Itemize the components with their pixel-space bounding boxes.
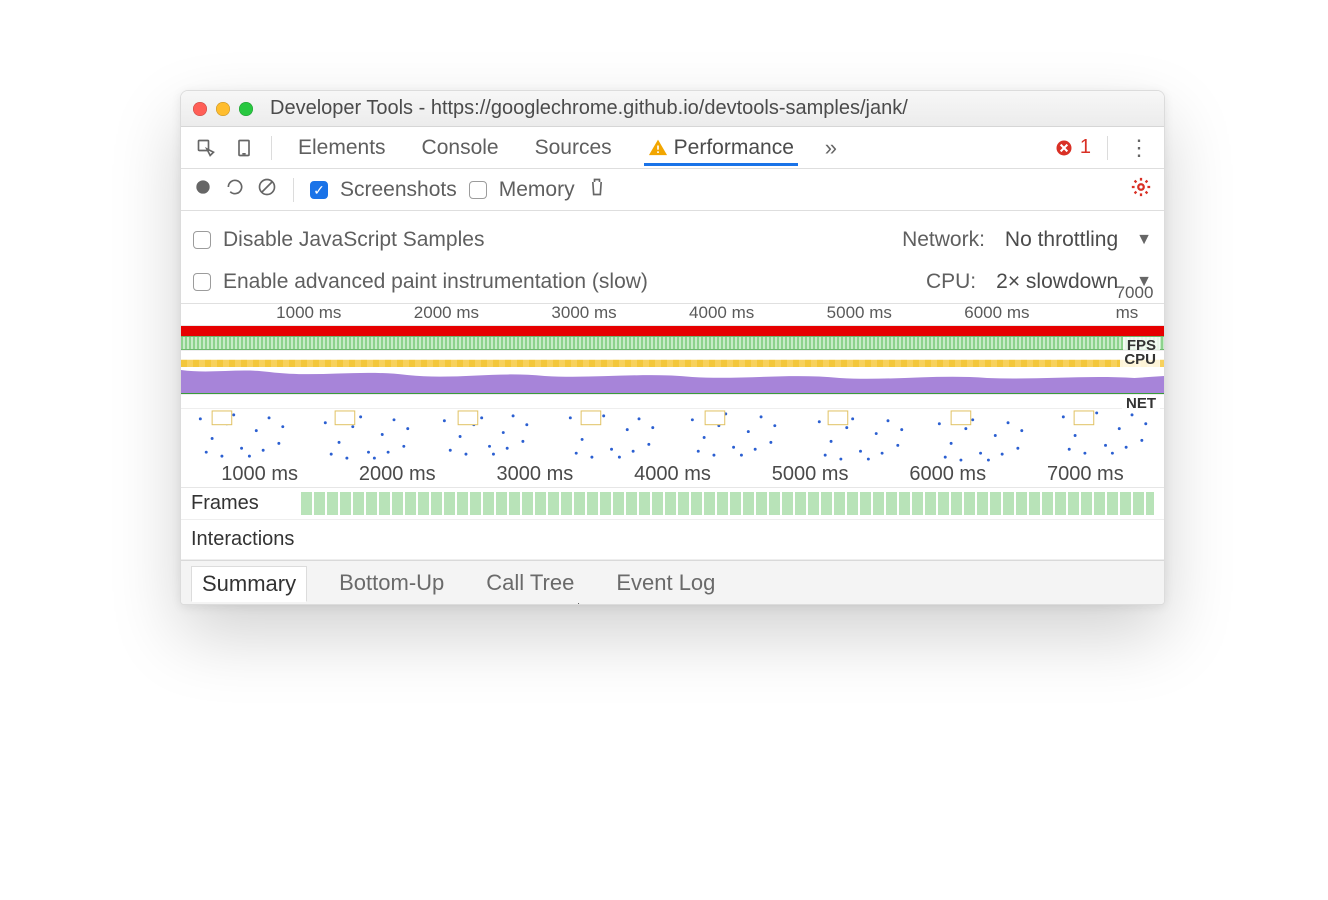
interactions-track[interactable]: Interactions: [181, 520, 1164, 560]
disable-js-samples-checkbox[interactable]: [193, 231, 211, 249]
devtools-window: Developer Tools - https://googlechrome.g…: [180, 90, 1165, 605]
settings-button[interactable]: [1130, 176, 1152, 204]
tick: 1000 ms: [221, 463, 298, 486]
analysis-tabs: Summary Bottom-Up Call Tree Event Log: [181, 560, 1164, 604]
net-lane: NET: [181, 394, 1164, 408]
frames-track[interactable]: Frames: [181, 488, 1164, 520]
tick: 2000 ms: [414, 303, 479, 323]
window-controls: [193, 102, 253, 116]
disable-js-samples-label: Disable JavaScript Samples: [223, 228, 484, 252]
screenshots-label: Screenshots: [340, 178, 457, 202]
tab-performance[interactable]: Performance: [644, 130, 798, 166]
tab-sources[interactable]: Sources: [531, 130, 616, 166]
screenshot-thumb[interactable]: [674, 409, 795, 462]
screenshot-thumb[interactable]: [427, 409, 548, 462]
record-button[interactable]: [193, 177, 213, 203]
perf-toolbar: Screenshots Memory: [181, 169, 1164, 211]
timeline-overview[interactable]: 1000 ms 2000 ms 3000 ms 4000 ms 5000 ms …: [181, 303, 1164, 560]
chevron-down-icon: ▼: [1136, 231, 1152, 249]
inspect-icon[interactable]: [191, 133, 221, 163]
separator: [271, 136, 272, 160]
gear-icon: [1130, 176, 1152, 198]
more-tabs-icon[interactable]: »: [816, 133, 846, 163]
close-window-button[interactable]: [193, 102, 207, 116]
screenshots-checkbox[interactable]: [310, 181, 328, 199]
device-toolbar-icon[interactable]: [229, 133, 259, 163]
tab-event-log[interactable]: Event Log: [606, 566, 725, 600]
tick: 4000 ms: [689, 303, 754, 323]
clear-button[interactable]: [257, 177, 277, 203]
tab-summary[interactable]: Summary: [191, 566, 307, 602]
tick: 5000 ms: [827, 303, 892, 323]
paint-instrumentation-label: Enable advanced paint instrumentation (s…: [223, 270, 648, 294]
tab-label: Performance: [674, 136, 794, 160]
screenshot-thumb[interactable]: [920, 409, 1041, 462]
network-throttle-select[interactable]: No throttling ▼: [997, 228, 1152, 252]
track-label: Frames: [181, 492, 301, 515]
separator: [293, 178, 294, 202]
screenshot-thumb[interactable]: [181, 409, 302, 462]
track-label: Interactions: [181, 528, 301, 551]
tab-console[interactable]: Console: [418, 130, 503, 166]
error-count-badge[interactable]: 1: [1054, 136, 1091, 159]
flame-ruler[interactable]: 1000 ms 2000 ms 3000 ms 4000 ms 5000 ms …: [181, 462, 1164, 488]
tick: 7000 ms: [1116, 283, 1154, 323]
screenshot-thumb[interactable]: [304, 409, 425, 462]
screenshot-filmstrip[interactable]: [181, 408, 1164, 462]
tick: 5000 ms: [772, 463, 849, 486]
screenshot-thumb[interactable]: [1043, 409, 1164, 462]
paint-instrumentation-checkbox[interactable]: [193, 273, 211, 291]
tab-bottom-up[interactable]: Bottom-Up: [329, 566, 454, 600]
tick: 1000 ms: [276, 303, 341, 323]
tick: 3000 ms: [497, 463, 574, 486]
cpu-lane: CPU: [181, 350, 1164, 394]
tab-elements[interactable]: Elements: [294, 130, 390, 166]
zoom-window-button[interactable]: [239, 102, 253, 116]
network-label: Network:: [902, 228, 985, 252]
tick: 7000 ms: [1047, 463, 1124, 486]
kebab-menu-icon[interactable]: ⋮: [1124, 133, 1154, 163]
memory-label: Memory: [499, 178, 575, 202]
error-icon: [1054, 138, 1074, 158]
cpu-label: CPU:: [926, 270, 976, 294]
minimize-window-button[interactable]: [216, 102, 230, 116]
fps-lane: FPS: [181, 336, 1164, 350]
error-count: 1: [1080, 136, 1091, 159]
titlebar: Developer Tools - https://googlechrome.g…: [181, 91, 1164, 127]
screenshot-thumb[interactable]: [797, 409, 918, 462]
overview-ruler[interactable]: 1000 ms 2000 ms 3000 ms 4000 ms 5000 ms …: [181, 304, 1164, 326]
tab-call-tree[interactable]: Call Tree: [476, 566, 584, 600]
separator: [1107, 136, 1108, 160]
tick: 2000 ms: [359, 463, 436, 486]
tick: 6000 ms: [909, 463, 986, 486]
screenshot-thumb[interactable]: [550, 409, 671, 462]
perf-options: Disable JavaScript Samples Network: No t…: [181, 211, 1164, 303]
tick: 4000 ms: [634, 463, 711, 486]
long-task-indicator-bar: [181, 326, 1164, 336]
reload-record-button[interactable]: [225, 177, 245, 203]
warning-icon: [648, 138, 668, 158]
window-title: Developer Tools - https://googlechrome.g…: [270, 97, 908, 120]
devtools-tabs: Elements Console Sources Performance » 1…: [181, 127, 1164, 169]
lane-label: CPU: [1120, 351, 1160, 368]
gc-button[interactable]: [587, 177, 607, 203]
tick: 6000 ms: [964, 303, 1029, 323]
memory-checkbox[interactable]: [469, 181, 487, 199]
tick: 3000 ms: [551, 303, 616, 323]
